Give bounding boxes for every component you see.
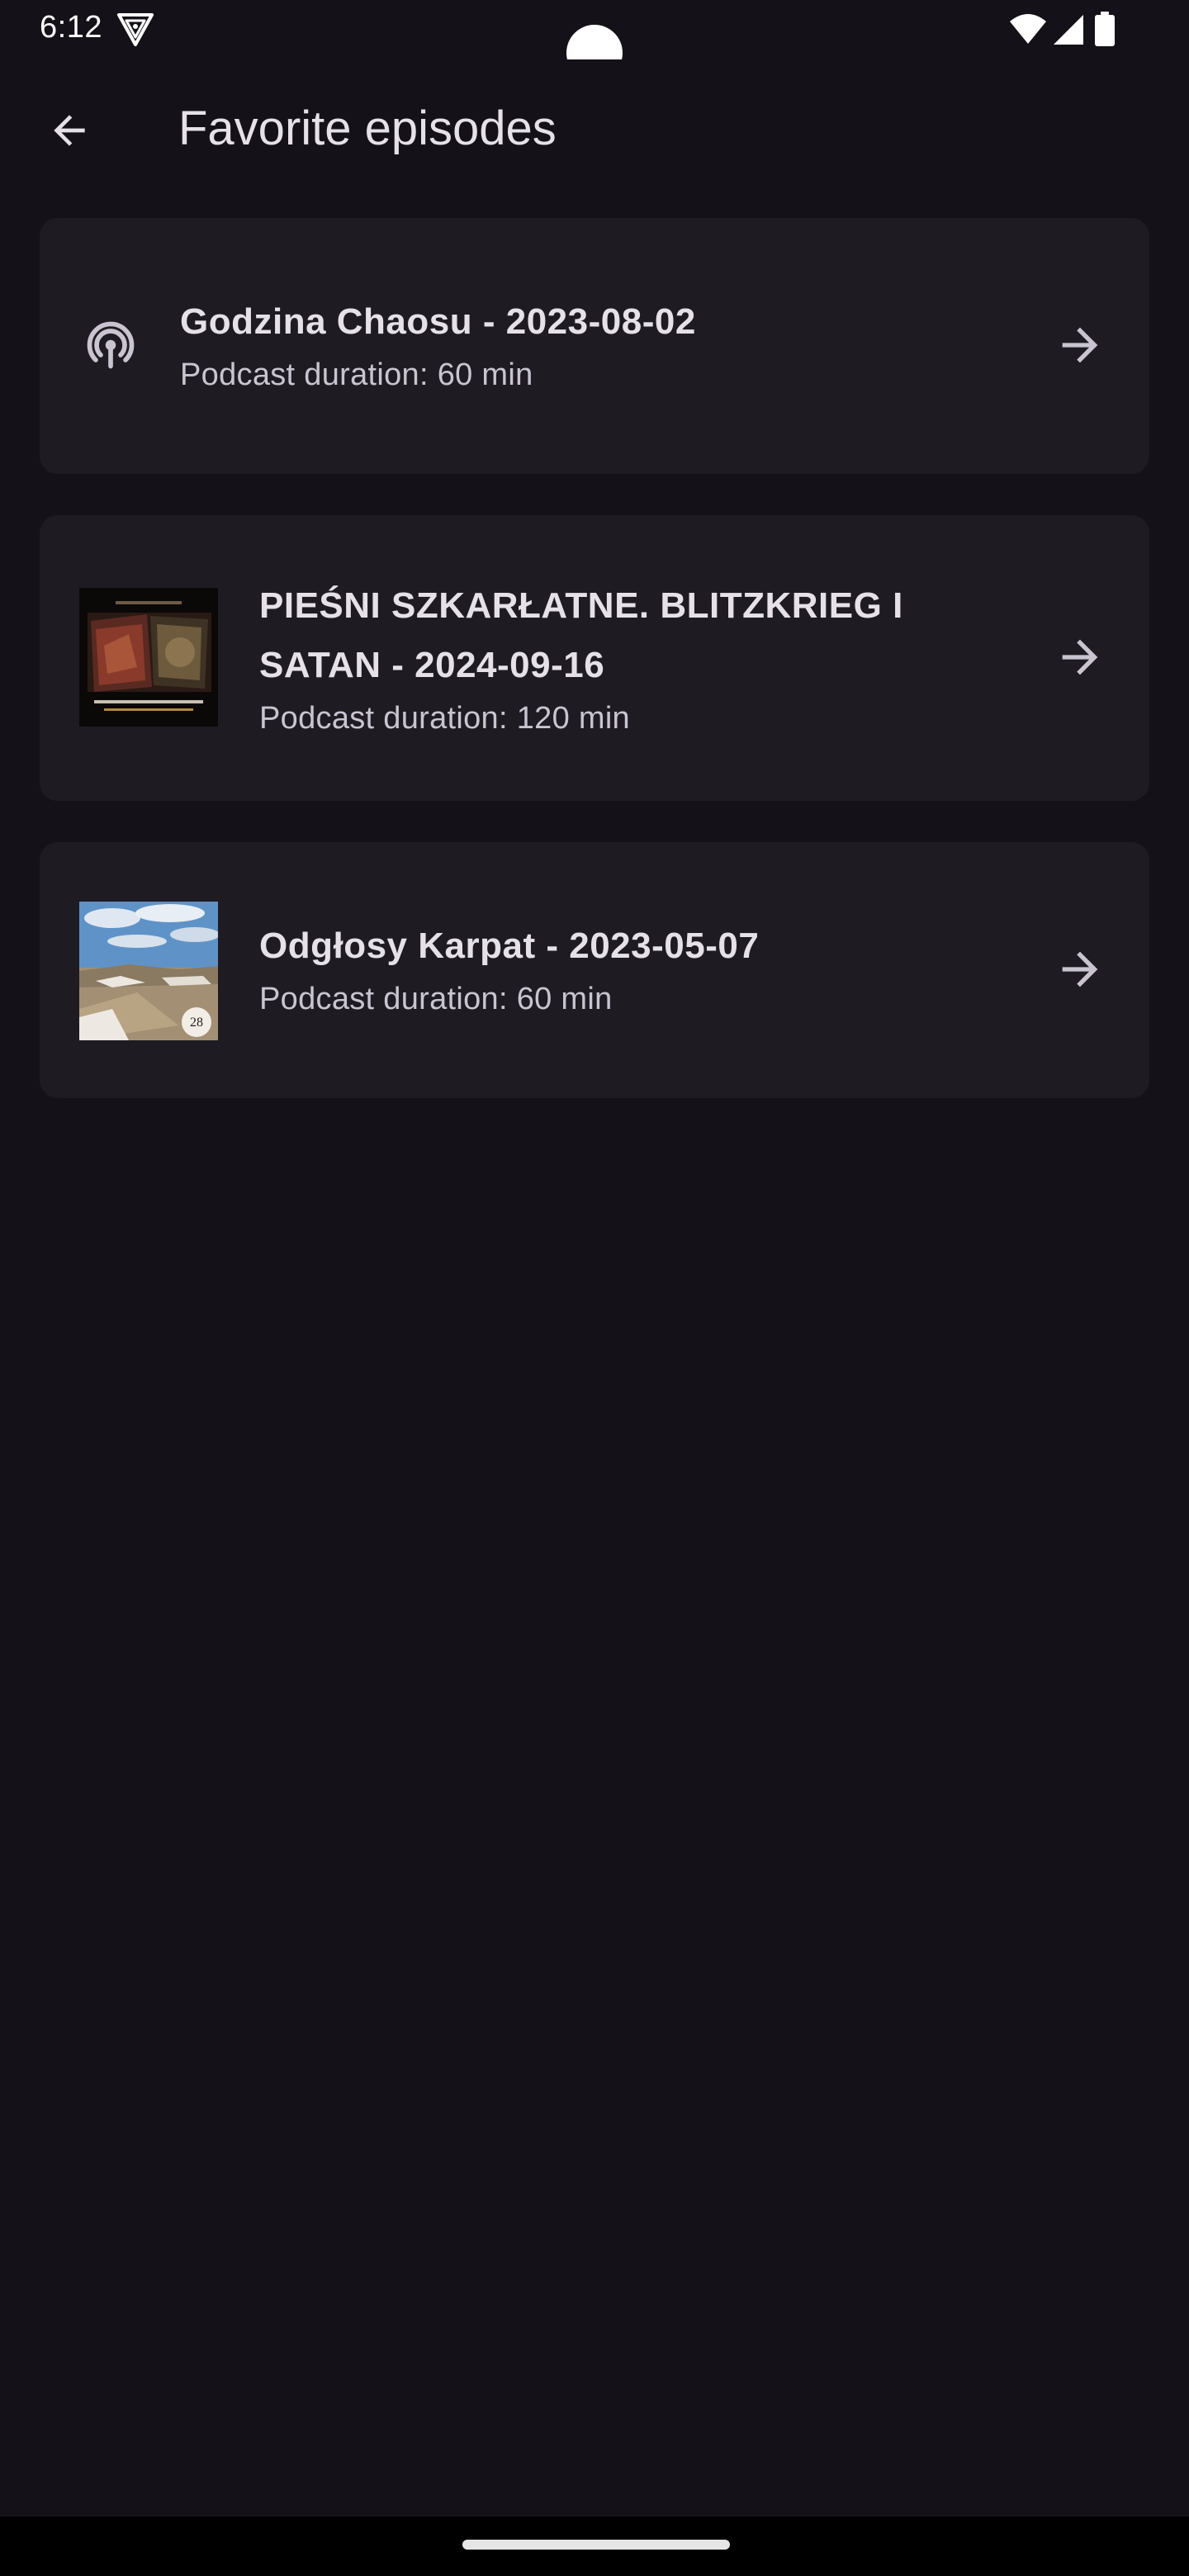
- podcast-icon: [87, 321, 135, 369]
- arrow-back-icon: [54, 115, 85, 146]
- app-bar: Favorite episodes: [0, 76, 1189, 178]
- camera-cutout: [566, 25, 623, 59]
- episode-title: PIEŚNI SZKARŁATNE. BLITZKRIEG I SATAN - …: [259, 585, 903, 685]
- episode-duration: Podcast duration: 60 min: [180, 358, 533, 392]
- episode-text: Godzina Chaosu - 2023-08-02 Podcast dura…: [180, 292, 984, 398]
- episode-duration: Podcast duration: 60 min: [259, 982, 613, 1016]
- episode-artwork: [79, 588, 218, 727]
- episode-title: Godzina Chaosu - 2023-08-02: [180, 301, 696, 342]
- arrow-forward-icon: [1062, 327, 1098, 363]
- back-button[interactable]: [36, 97, 102, 163]
- vpn-key-icon: [117, 13, 154, 46]
- status-time: 6:12: [40, 10, 102, 45]
- episode-card[interactable]: Godzina Chaosu - 2023-08-02 Podcast dura…: [40, 218, 1149, 474]
- wifi-icon: [1010, 14, 1046, 44]
- episode-card[interactable]: 28 Odgłosy Karpat - 2023-05-07 Podcast d…: [40, 842, 1149, 1098]
- episode-card[interactable]: PIEŚNI SZKARŁATNE. BLITZKRIEG I SATAN - …: [40, 515, 1149, 801]
- episode-title: Odgłosy Karpat - 2023-05-07: [259, 926, 760, 966]
- cellular-signal-icon: [1054, 15, 1083, 45]
- episode-duration: Podcast duration: 120 min: [259, 701, 630, 736]
- episode-text: Odgłosy Karpat - 2023-05-07 Podcast dura…: [259, 916, 984, 1022]
- status-bar: 6:12: [0, 0, 1189, 59]
- episode-artwork: 28: [79, 902, 218, 1040]
- arrow-forward-icon: [1062, 639, 1098, 675]
- episode-text: PIEŚNI SZKARŁATNE. BLITZKRIEG I SATAN - …: [259, 576, 984, 741]
- home-indicator[interactable]: [462, 2540, 730, 2550]
- page-title: Favorite episodes: [178, 102, 557, 155]
- navigation-bar: [0, 2517, 1189, 2576]
- battery-icon: [1095, 12, 1115, 46]
- svg-text:28: 28: [190, 1016, 203, 1030]
- arrow-forward-icon: [1062, 951, 1098, 987]
